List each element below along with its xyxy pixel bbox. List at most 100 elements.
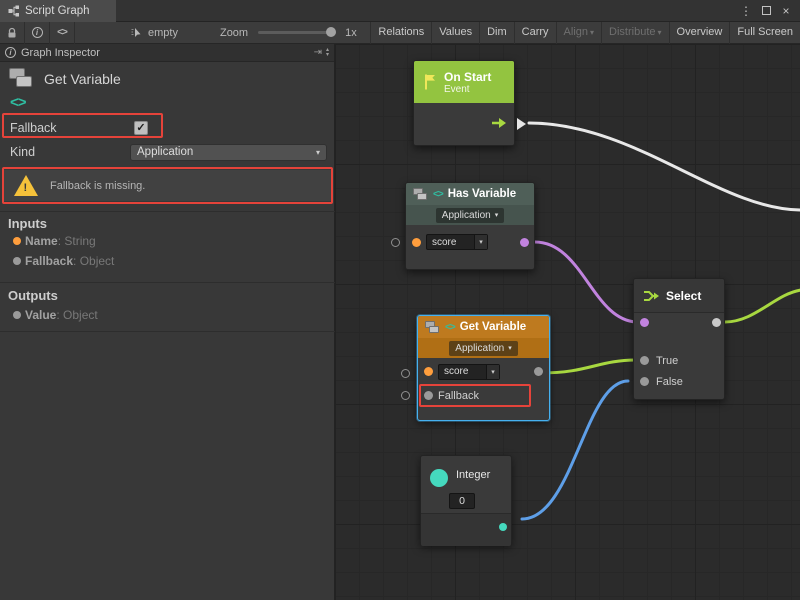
window-controls: ⋮ × xyxy=(738,3,800,19)
node-title: Has Variable xyxy=(448,188,516,200)
inspected-node-title: Get Variable xyxy=(44,71,121,87)
unity-script-graph-window: Script Graph ⋮ × i <> empty Zo xyxy=(0,0,800,600)
chevron-down-icon: ▾ xyxy=(590,28,594,37)
output-row-value: Value : Object xyxy=(0,306,335,324)
fallback-port[interactable] xyxy=(424,391,433,400)
external-port[interactable] xyxy=(401,369,410,378)
select-header: Select xyxy=(634,279,724,313)
chevron-down-icon: ▾ xyxy=(658,28,662,37)
false-input-port[interactable] xyxy=(640,377,649,386)
variable-name-dropdown[interactable]: score ▾ xyxy=(426,234,488,250)
input-row-name: Name : String xyxy=(0,232,335,250)
node-title: Integer xyxy=(456,469,490,481)
code-icon: <> xyxy=(433,189,443,200)
zoom-value: 1x xyxy=(345,27,357,39)
fallback-input-row: Fallback xyxy=(418,385,549,406)
zoom-slider-knob[interactable] xyxy=(326,27,336,37)
node-on-start[interactable]: On Start Event xyxy=(413,60,515,146)
name-input-row: score ▾ xyxy=(418,361,549,382)
control-output-port[interactable] xyxy=(517,118,526,130)
code-preview-button[interactable]: <> xyxy=(50,22,75,44)
kind-dropdown[interactable]: Application ▾ xyxy=(436,208,504,223)
string-port[interactable] xyxy=(412,238,421,247)
kind-row: Kind Application ▾ xyxy=(0,141,335,163)
node-integer[interactable]: Integer 0 xyxy=(420,455,512,545)
false-row: False xyxy=(634,372,726,392)
bool-output-port[interactable] xyxy=(520,238,529,247)
outputs-header: Outputs xyxy=(8,288,58,303)
value-output-port[interactable] xyxy=(534,367,543,376)
align-button: Align▾ xyxy=(556,22,601,44)
warning-icon: ! xyxy=(14,175,38,196)
dim-button[interactable]: Dim xyxy=(479,22,514,44)
wire-getvariable-to-select-true[interactable] xyxy=(541,360,638,373)
variables-icon xyxy=(413,188,428,201)
external-port[interactable] xyxy=(401,391,410,400)
input-row-fallback: Fallback : Object xyxy=(0,252,335,270)
fallback-checkbox[interactable]: ✓ xyxy=(134,121,148,135)
empty-label: empty xyxy=(148,27,178,39)
zoom-label: Zoom xyxy=(220,27,248,39)
warning-text: Fallback is missing. xyxy=(50,180,145,192)
fullscreen-button[interactable]: Full Screen xyxy=(729,22,800,44)
values-button[interactable]: Values xyxy=(431,22,479,44)
fallback-toggle-row: Fallback ✓ xyxy=(0,117,335,139)
node-title: Select xyxy=(666,289,701,303)
graph-canvas[interactable]: On Start Event <> Has Variable xyxy=(335,44,800,600)
close-icon[interactable]: × xyxy=(778,3,794,19)
maximize-icon[interactable] xyxy=(758,3,774,19)
kind-dropdown[interactable]: Application ▾ xyxy=(130,144,327,161)
chevron-down-icon: ▾ xyxy=(495,211,499,219)
node-has-variable[interactable]: <> Has Variable Application ▾ score ▾ xyxy=(405,182,535,270)
carry-button[interactable]: Carry xyxy=(514,22,556,44)
chevron-down-icon: ▾ xyxy=(486,365,499,379)
warning-box: ! Fallback is missing. xyxy=(4,170,331,201)
info-icon: i xyxy=(5,47,16,58)
inspector-header: i Graph Inspector ⇥ ▴▾ xyxy=(0,44,334,62)
result-output-port[interactable] xyxy=(712,318,721,327)
dock-icon[interactable]: ⇥ xyxy=(314,47,322,58)
selector-input-port[interactable] xyxy=(640,318,649,327)
wire-control-onstart[interactable] xyxy=(529,123,800,210)
integer-value-field[interactable]: 0 xyxy=(449,493,475,509)
variables-icon xyxy=(9,68,35,90)
code-icon: <> xyxy=(10,94,26,111)
variable-name-dropdown[interactable]: score ▾ xyxy=(438,364,500,380)
inputs-header: Inputs xyxy=(8,216,47,231)
node-get-variable[interactable]: <> Get Variable Application ▾ score ▾ F xyxy=(417,315,550,421)
wire-hasvariable-to-select[interactable] xyxy=(535,242,638,322)
scroll-arrows-icon[interactable]: ▴▾ xyxy=(326,48,329,58)
chevron-down-icon: ▾ xyxy=(474,235,487,249)
zoom-slider[interactable] xyxy=(258,31,336,34)
window-menu-icon[interactable]: ⋮ xyxy=(738,3,754,19)
has-variable-header: <> Has Variable xyxy=(406,183,534,205)
tab-label: Script Graph xyxy=(25,5,90,17)
lock-button[interactable] xyxy=(0,22,25,44)
graph-toolbar: i <> empty Zoom 1x Relations Values Dim … xyxy=(0,22,800,44)
script-graph-tab[interactable]: Script Graph xyxy=(0,0,116,22)
select-icon xyxy=(643,289,660,303)
node-select[interactable]: Select True False xyxy=(633,278,725,400)
true-row: True xyxy=(634,351,726,371)
overview-button[interactable]: Overview xyxy=(669,22,730,44)
string-port[interactable] xyxy=(424,367,433,376)
relations-button[interactable]: Relations xyxy=(370,22,431,44)
distribute-button: Distribute▾ xyxy=(601,22,668,44)
title-bar: Script Graph ⋮ × xyxy=(0,0,800,22)
true-input-port[interactable] xyxy=(640,356,649,365)
external-port[interactable] xyxy=(391,238,400,247)
fallback-port-label: Fallback xyxy=(438,390,479,402)
node-title: On Start xyxy=(444,70,491,84)
true-label: True xyxy=(656,355,678,367)
wire-select-output[interactable] xyxy=(725,290,800,322)
info-icon: i xyxy=(32,27,43,38)
chevron-down-icon: ▾ xyxy=(316,148,320,157)
code-icon: <> xyxy=(57,27,67,38)
object-port-icon xyxy=(13,257,21,265)
kind-dropdown[interactable]: Application ▾ xyxy=(449,341,517,356)
get-variable-kind-row: Application ▾ xyxy=(418,338,549,358)
integer-output-port[interactable] xyxy=(499,523,507,531)
has-variable-kind-row: Application ▾ xyxy=(406,205,534,225)
toolbar-buttons: Relations Values Dim Carry Align▾ Distri… xyxy=(370,22,800,44)
inspect-button[interactable]: i xyxy=(25,22,50,44)
